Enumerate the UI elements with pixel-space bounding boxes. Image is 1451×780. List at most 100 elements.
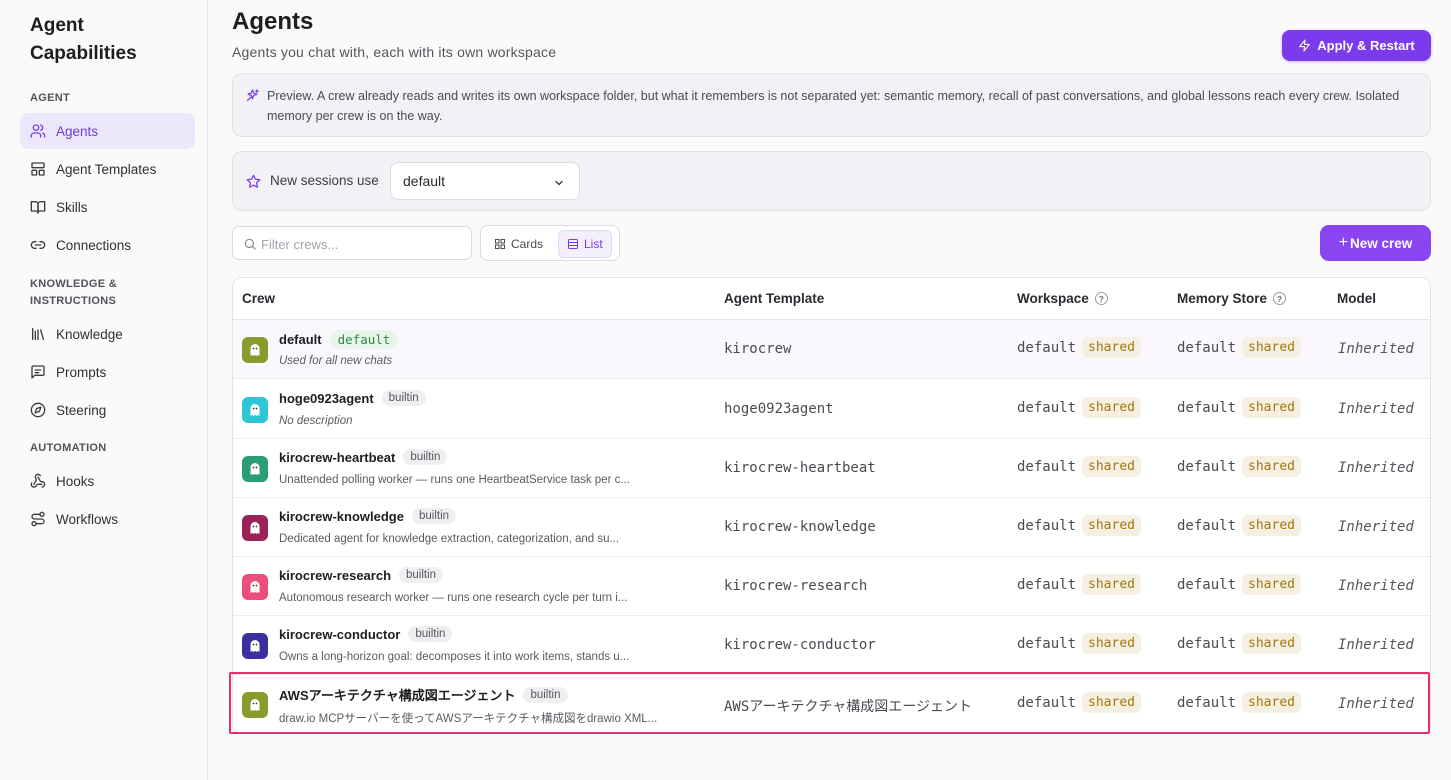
compass-icon [30,402,46,418]
memory-value: default [1177,399,1237,416]
agent-template-cell: hoge0923agent [724,401,834,417]
shared-badge: shared [1242,397,1301,418]
zap-icon [1298,39,1311,52]
crew-avatar-icon [242,456,268,482]
sidebar-item-label: Agents [56,123,99,139]
list-label: List [584,237,603,251]
table-row[interactable]: kirocrew-knowledge builtin Dedicated agent… [233,498,1430,557]
workspace-value: default [1017,399,1077,416]
library-icon [30,326,46,342]
sidebar-item-agents[interactable]: Agents [20,113,195,149]
crew-description: Owns a long-horizon goal: decomposes it … [279,651,630,663]
col-memory-store: Memory Store? [1177,291,1287,306]
table-row[interactable]: default default Used for all new chats kiro… [233,320,1430,379]
search-icon [243,237,257,251]
preview-notice: Preview. A crew already reads and writes… [232,73,1431,137]
memory-value: default [1177,339,1237,356]
help-icon[interactable]: ? [1094,292,1108,305]
crew-badge: builtin [399,567,444,583]
default-crew-select[interactable]: default [390,162,580,200]
crew-badge: builtin [411,508,457,524]
preview-text: Preview. A crew already reads and writes… [267,89,1400,123]
memory-value: default [1177,694,1237,711]
crew-badge: builtin [408,626,453,642]
col-workspace: Workspace? [1017,291,1108,306]
crew-name-text: hoge0923agent [279,390,374,406]
apply-restart-button[interactable]: Apply & Restart [1282,30,1431,61]
shared-badge: shared [1082,456,1141,477]
crew-name: kirocrew-research builtin [279,567,444,583]
sidebar-item-label: Prompts [56,364,107,380]
table-row[interactable]: AWSアーキテクチャ構成図エージェント builtin draw.io MCPサーバ… [233,675,1430,733]
shared-badge: shared [1082,337,1141,358]
link-icon [30,237,46,253]
workspace-value: default [1017,635,1077,652]
sidebar-item-label: Connections [56,237,132,253]
col-model: Model [1337,291,1376,306]
workspace-cell: default shared [1017,692,1141,713]
memory-store-cell: default shared [1177,633,1301,654]
shared-badge: shared [1242,574,1301,595]
view-toggle: Cards List [480,225,620,261]
sidebar-item-label: Skills [56,199,88,215]
help-icon[interactable]: ? [1273,292,1287,305]
table-row[interactable]: hoge0923agent builtin No description hoge09… [233,380,1430,439]
filter-crews-input[interactable] [261,234,461,254]
cards-label: Cards [511,237,544,251]
table-row[interactable]: kirocrew-heartbeat builtin Unattended poll… [233,439,1430,498]
page-title: Agents [232,8,314,35]
crew-description: draw.io MCPサーバーを使ってAWSアーキテクチャ構成図をdrawio … [279,713,658,725]
sidebar-item-connections[interactable]: Connections [20,227,195,263]
sidebar-item-knowledge[interactable]: Knowledge [20,316,195,352]
memory-value: default [1177,635,1237,652]
sidebar-item-label: Knowledge [56,326,123,342]
table-row[interactable]: kirocrew-conductor builtin Owns a long-hor… [233,616,1430,675]
sidebar-item-agent-templates[interactable]: Agent Templates [20,151,195,187]
session-default-panel: New sessions use default [232,151,1431,211]
memory-store-cell: default shared [1177,692,1301,713]
memory-store-cell: default shared [1177,337,1301,358]
sidebar-item-prompts[interactable]: Prompts [20,354,195,390]
page-subtitle: Agents you chat with, each with its own … [232,44,557,60]
sidebar-item-label: Hooks [56,473,95,489]
workspace-cell: default shared [1017,337,1141,358]
crew-avatar-icon [242,515,268,541]
sidebar-item-workflows[interactable]: Workflows [20,501,195,537]
crew-name: hoge0923agent builtin [279,390,426,406]
crew-name: AWSアーキテクチャ構成図エージェント builtin [279,685,568,704]
list-view-button[interactable]: List [558,230,612,258]
crew-name-text: default [279,332,322,347]
workspace-cell: default shared [1017,515,1141,536]
cards-view-button[interactable]: Cards [486,230,551,258]
workspace-cell: default shared [1017,633,1141,654]
new-crew-button[interactable]: + New crew [1320,225,1431,261]
chevron-down-icon [553,176,565,188]
table-row[interactable]: kirocrew-research builtin Autonomous resea… [233,557,1430,616]
section-label-automation: AUTOMATION [30,442,107,454]
agent-template-cell: kirocrew-heartbeat [724,460,876,476]
model-cell: Inherited [1338,460,1414,476]
workspace-cell: default shared [1017,456,1141,477]
grid-icon [494,238,506,250]
workspace-cell: default shared [1017,574,1141,595]
crew-avatar-icon [242,692,268,718]
shared-badge: shared [1242,633,1301,654]
webhook-icon [30,473,46,489]
workspace-value: default [1017,339,1077,356]
crew-name: kirocrew-heartbeat builtin [279,449,448,465]
model-cell: Inherited [1338,519,1414,535]
sessions-label: New sessions use [270,173,379,188]
sidebar-item-steering[interactable]: Steering [20,392,195,428]
crew-description: Unattended polling worker — runs one Hea… [279,474,630,486]
list-icon [567,238,579,250]
table-header: Crew Agent Template Workspace? Memory St… [233,278,1430,320]
sidebar-item-label: Steering [56,402,107,418]
sidebar-item-skills[interactable]: Skills [20,189,195,225]
shared-badge: shared [1242,692,1301,713]
shared-badge: shared [1082,574,1141,595]
crew-description: Used for all new chats [279,355,393,367]
sidebar: Agent Capabilities AGENT Agents Agent Te… [0,0,208,780]
shared-badge: shared [1082,633,1141,654]
memory-value: default [1177,576,1237,593]
sidebar-item-hooks[interactable]: Hooks [20,463,195,499]
